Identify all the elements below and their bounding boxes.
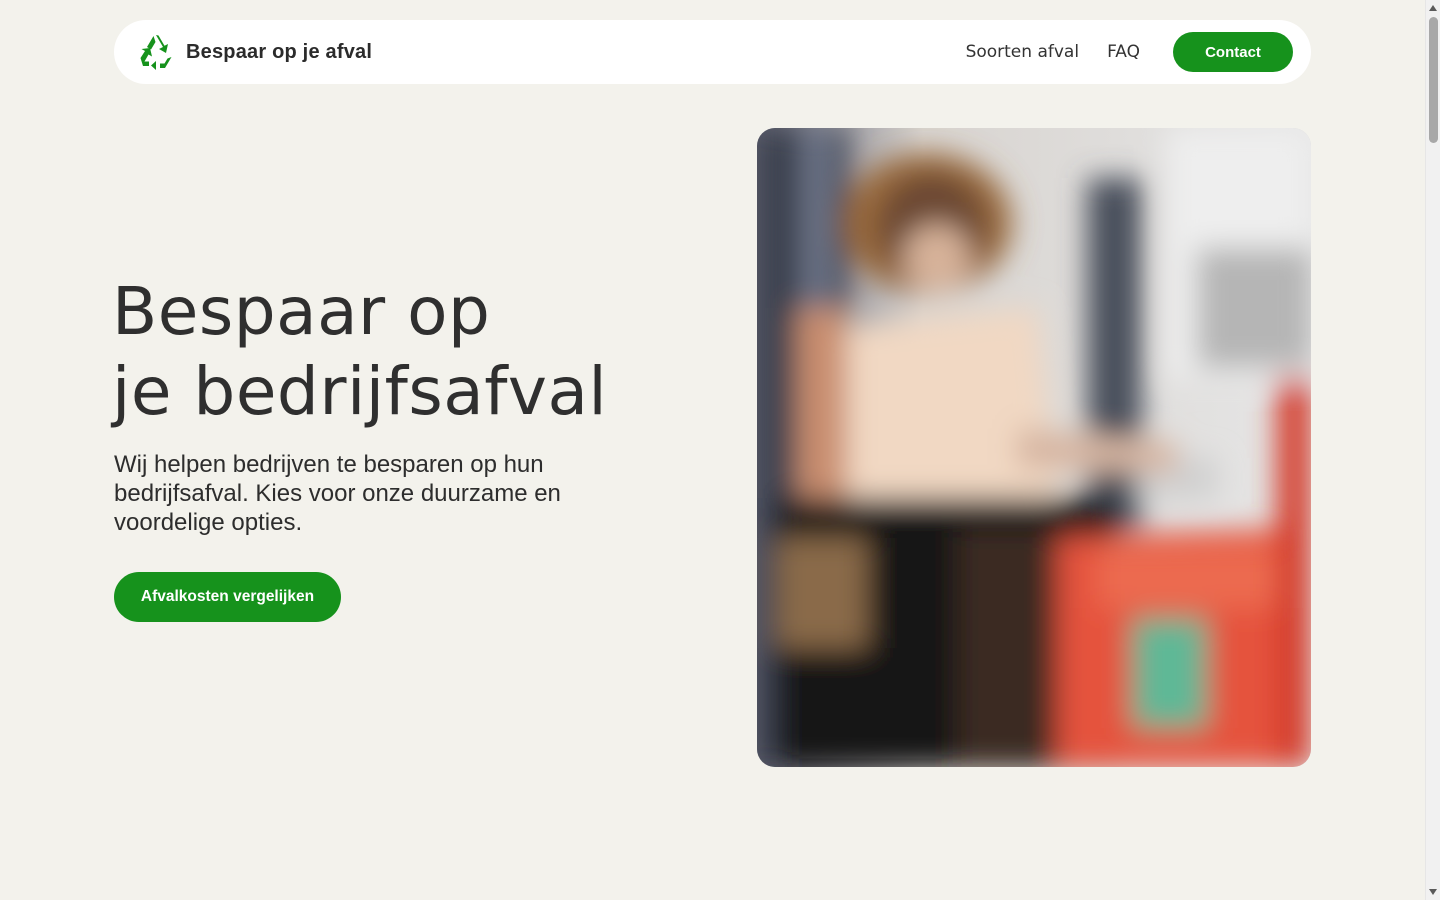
site-header: Bespaar op je afval Soorten afval FAQ Co… xyxy=(114,20,1311,84)
hero-title-line-1: Bespaar op xyxy=(112,273,491,350)
hero-image xyxy=(757,128,1311,767)
contact-button[interactable]: Contact xyxy=(1173,32,1293,72)
recycle-icon xyxy=(136,32,176,72)
nav-link-faq[interactable]: FAQ xyxy=(1107,42,1140,62)
nav-link-soorten-afval[interactable]: Soorten afval xyxy=(966,42,1080,62)
site-name: Bespaar op je afval xyxy=(186,40,373,63)
hero-title: Bespaar op je bedrijfsafval xyxy=(112,272,712,432)
scroll-down-icon[interactable] xyxy=(1429,889,1437,895)
logo[interactable]: Bespaar op je afval xyxy=(136,32,372,72)
scroll-up-icon[interactable] xyxy=(1429,5,1437,11)
scrollbar-thumb[interactable] xyxy=(1429,17,1438,143)
scrollbar[interactable] xyxy=(1425,0,1440,900)
compare-costs-button[interactable]: Afvalkosten vergelijken xyxy=(114,572,341,622)
hero-subtitle: Wij helpen bedrijven te besparen op hun … xyxy=(114,451,561,536)
main-nav: Soorten afval FAQ Contact xyxy=(966,32,1293,72)
hero-title-line-2: je bedrijfsafval xyxy=(112,353,608,430)
